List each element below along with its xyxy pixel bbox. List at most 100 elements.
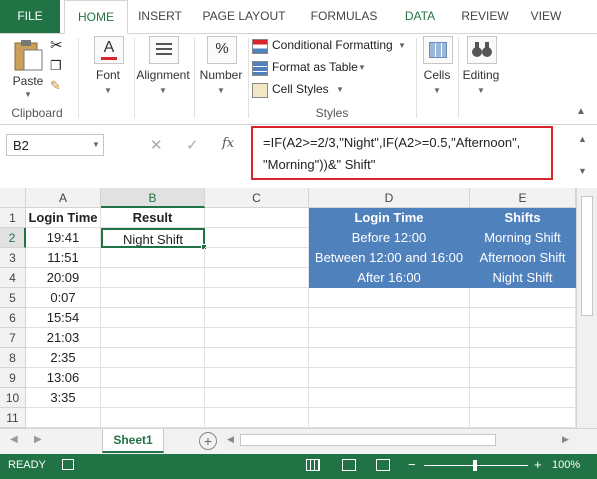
cell-a2[interactable]: 19:41 xyxy=(26,228,101,248)
cell-d4[interactable]: After 16:00 xyxy=(309,268,470,288)
formula-input[interactable]: =IF(A2>=2/3,"Night",IF(A2>=0.5,"Afternoo… xyxy=(251,126,553,180)
tab-insert[interactable]: INSERT xyxy=(130,0,190,33)
cell-c2[interactable] xyxy=(205,228,309,248)
name-box[interactable]: B2 xyxy=(6,134,104,156)
scroll-left-icon[interactable]: ◀ xyxy=(10,434,18,445)
tab-page-layout[interactable]: PAGE LAYOUT xyxy=(196,0,292,33)
zoom-slider-handle[interactable] xyxy=(473,460,477,471)
cell-a11[interactable] xyxy=(26,408,101,428)
namebox-dropdown-icon[interactable]: ▼ xyxy=(92,140,100,149)
cell-d9[interactable] xyxy=(309,368,470,388)
tab-home[interactable]: HOME xyxy=(64,0,128,34)
cell-d10[interactable] xyxy=(309,388,470,408)
cell-styles-button[interactable]: Cell Styles ▼ xyxy=(252,80,352,100)
column-header-e[interactable]: E xyxy=(470,188,576,208)
zoom-out-button[interactable]: − xyxy=(408,457,416,472)
column-header-c[interactable]: C xyxy=(205,188,309,208)
cell-a6[interactable]: 15:54 xyxy=(26,308,101,328)
select-all-corner[interactable] xyxy=(0,188,26,208)
horizontal-scroll-thumb[interactable] xyxy=(240,434,496,446)
vertical-scrollbar[interactable] xyxy=(576,188,597,428)
cell-d3[interactable]: Between 12:00 and 16:00 xyxy=(309,248,470,268)
page-break-view-icon[interactable] xyxy=(376,459,390,471)
format-as-table-button[interactable]: Format as Table ▼ xyxy=(252,58,372,78)
horizontal-scrollbar[interactable]: ◀ ▶ xyxy=(224,432,576,449)
row-header[interactable]: 6 xyxy=(0,308,26,328)
sheet-tab-sheet1[interactable]: Sheet1 xyxy=(102,429,164,453)
format-painter-icon[interactable]: ✎ xyxy=(50,78,61,94)
column-header-b[interactable]: B xyxy=(101,188,205,208)
editing-button[interactable]: Editing ▼ xyxy=(460,36,502,100)
cell-e5[interactable] xyxy=(470,288,576,308)
cell-b10[interactable] xyxy=(101,388,205,408)
collapse-ribbon-icon[interactable]: ▲ xyxy=(576,106,586,117)
cell-a1[interactable]: Login Time xyxy=(26,208,101,228)
cell-d5[interactable] xyxy=(309,288,470,308)
cell-b3[interactable] xyxy=(101,248,205,268)
cell-e3[interactable]: Afternoon Shift xyxy=(470,248,576,268)
tab-data[interactable]: DATA xyxy=(394,0,446,33)
paste-button[interactable]: Paste ▼ xyxy=(8,36,48,99)
cell-a9[interactable]: 13:06 xyxy=(26,368,101,388)
cell-c1[interactable] xyxy=(205,208,309,228)
cell-d6[interactable] xyxy=(309,308,470,328)
cell-a7[interactable]: 21:03 xyxy=(26,328,101,348)
tab-view[interactable]: VIEW xyxy=(524,0,568,33)
vertical-scroll-thumb[interactable] xyxy=(581,196,593,316)
cell-e8[interactable] xyxy=(470,348,576,368)
add-sheet-button[interactable]: + xyxy=(199,432,217,450)
cell-b2[interactable]: Night Shift xyxy=(101,228,205,248)
cell-c8[interactable] xyxy=(205,348,309,368)
cell-c4[interactable] xyxy=(205,268,309,288)
cell-b11[interactable] xyxy=(101,408,205,428)
cell-b1[interactable]: Result xyxy=(101,208,205,228)
cell-b9[interactable] xyxy=(101,368,205,388)
cell-a10[interactable]: 3:35 xyxy=(26,388,101,408)
scroll-left-arrow-icon[interactable]: ◀ xyxy=(227,434,234,445)
zoom-level[interactable]: 100% xyxy=(552,459,580,471)
cell-a3[interactable]: 11:51 xyxy=(26,248,101,268)
cancel-icon[interactable]: ✕ xyxy=(150,136,163,154)
cell-e1[interactable]: Shifts xyxy=(470,208,576,228)
cell-c11[interactable] xyxy=(205,408,309,428)
row-header[interactable]: 2 xyxy=(0,228,26,248)
page-layout-view-icon[interactable] xyxy=(342,459,356,471)
row-header[interactable]: 3 xyxy=(0,248,26,268)
expand-formula-icon[interactable]: ▲ xyxy=(578,134,587,144)
scroll-right-icon[interactable]: ▶ xyxy=(34,434,42,445)
cell-a4[interactable]: 20:09 xyxy=(26,268,101,288)
cell-e4[interactable]: Night Shift xyxy=(470,268,576,288)
normal-view-icon[interactable] xyxy=(306,459,320,471)
row-header[interactable]: 10 xyxy=(0,388,26,408)
macro-record-icon[interactable] xyxy=(62,459,74,470)
insert-function-icon[interactable]: fx xyxy=(222,136,234,151)
copy-icon[interactable]: ❐ xyxy=(50,58,62,74)
cell-a5[interactable]: 0:07 xyxy=(26,288,101,308)
cell-b6[interactable] xyxy=(101,308,205,328)
alignment-button[interactable]: Alignment ▼ xyxy=(136,36,190,100)
row-header[interactable]: 5 xyxy=(0,288,26,308)
cell-e9[interactable] xyxy=(470,368,576,388)
row-header[interactable]: 7 xyxy=(0,328,26,348)
cell-c5[interactable] xyxy=(205,288,309,308)
column-header-d[interactable]: D xyxy=(309,188,470,208)
cell-c6[interactable] xyxy=(205,308,309,328)
cell-b4[interactable] xyxy=(101,268,205,288)
cell-c9[interactable] xyxy=(205,368,309,388)
tab-formulas[interactable]: FORMULAS xyxy=(302,0,386,33)
zoom-slider[interactable] xyxy=(424,460,528,471)
zoom-in-button[interactable]: + xyxy=(534,457,542,472)
scroll-right-arrow-icon[interactable]: ▶ xyxy=(562,434,569,445)
cell-d1[interactable]: Login Time xyxy=(309,208,470,228)
font-button[interactable]: A Font ▼ xyxy=(86,36,130,100)
cell-e7[interactable] xyxy=(470,328,576,348)
cells-button[interactable]: Cells ▼ xyxy=(420,36,454,100)
row-header[interactable]: 9 xyxy=(0,368,26,388)
expand-formula-down-icon[interactable]: ▼ xyxy=(578,166,587,176)
conditional-formatting-button[interactable]: Conditional Formatting ▼ xyxy=(252,36,412,56)
cell-b5[interactable] xyxy=(101,288,205,308)
column-header-a[interactable]: A xyxy=(26,188,101,208)
cell-b7[interactable] xyxy=(101,328,205,348)
cell-e10[interactable] xyxy=(470,388,576,408)
cell-d7[interactable] xyxy=(309,328,470,348)
